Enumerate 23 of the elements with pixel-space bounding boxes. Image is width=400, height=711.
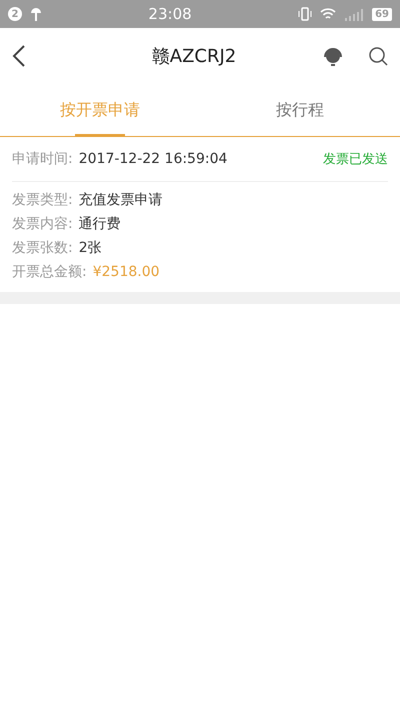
notification-badge: 2: [8, 7, 22, 21]
invoice-card[interactable]: 申请时间: 2017-12-22 16:59:04 发票已发送 发票类型: 充值发票申请 发票内容: 通行费 发票张数: 2张 开票总金额: ¥2518.00: [0, 137, 400, 304]
field-label: 发票类型:: [12, 191, 73, 209]
field-value: 2017-12-22 16:59:04: [78, 151, 228, 167]
amount-value: ¥2518.00: [92, 264, 160, 280]
field-value: 2张: [78, 239, 102, 257]
field-label: 发票内容:: [12, 215, 73, 233]
battery-level: 69: [372, 8, 392, 20]
field-value: 通行费: [78, 215, 121, 233]
vibrate-icon: [298, 7, 312, 21]
search-icon[interactable]: [368, 46, 388, 66]
signal-icon: [344, 8, 364, 20]
field-label: 开票总金额:: [12, 263, 87, 281]
tab[interactable]: 按行程: [200, 84, 400, 136]
back-icon[interactable]: [12, 45, 26, 67]
status-label: 发票已发送: [323, 151, 388, 168]
field-label: 申请时间:: [12, 150, 73, 168]
field-label: 发票张数:: [12, 239, 73, 257]
wifi-icon: [320, 8, 336, 20]
page-title: 赣AZCRJ2: [150, 45, 238, 68]
field-value: 充值发票申请: [78, 191, 163, 209]
clock-time: 23:08: [147, 5, 193, 23]
headset-icon[interactable]: [322, 45, 344, 67]
